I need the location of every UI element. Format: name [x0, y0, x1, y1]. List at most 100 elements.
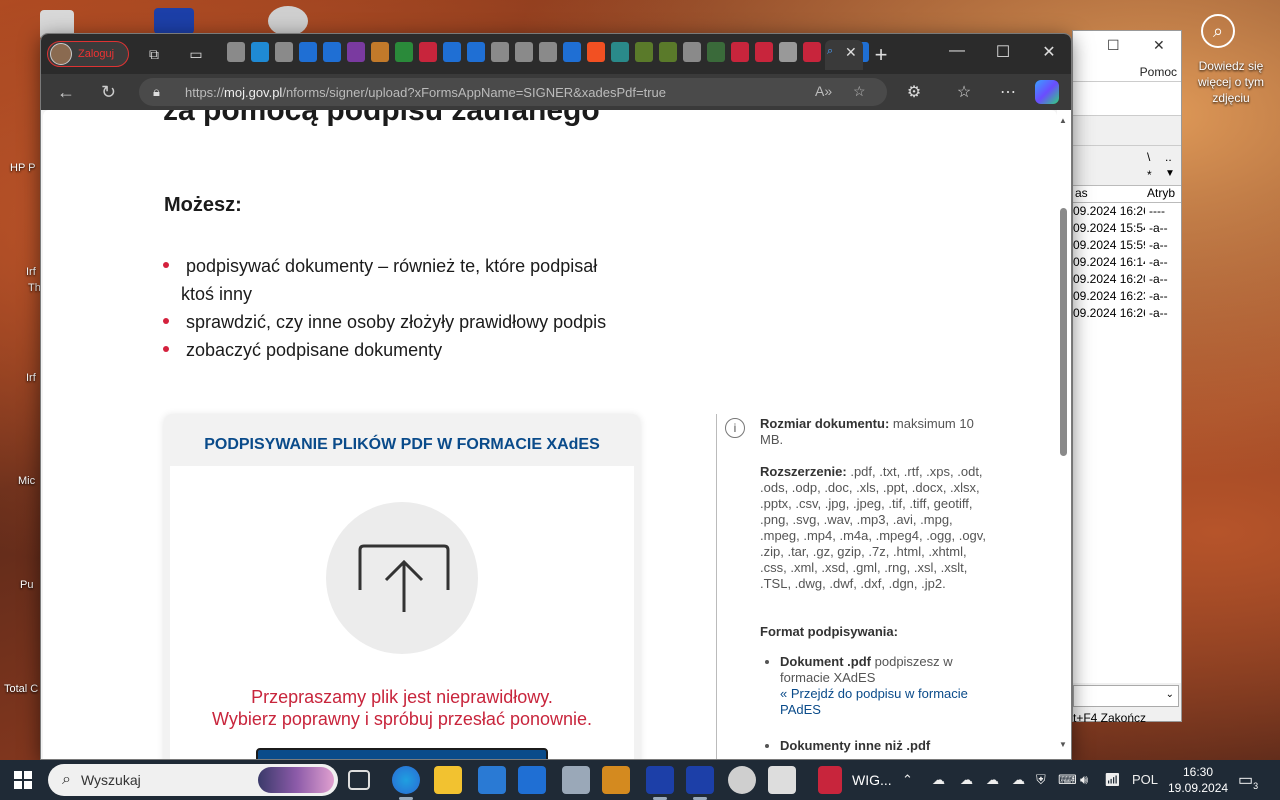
upload-dropzone[interactable]: Przepraszamy plik jest nieprawidłowy. Wy… [170, 466, 634, 759]
browser-tab[interactable] [299, 42, 317, 62]
column-date[interactable]: as [1073, 186, 1145, 202]
url-field[interactable]: 🔒︎ https://moj.gov.pl/nforms/signer/uplo… [139, 78, 887, 106]
media-player-icon[interactable] [602, 766, 630, 794]
cloud-off-icon[interactable]: ☁ [960, 772, 973, 788]
scroll-up-icon[interactable]: ▲ [1059, 116, 1067, 125]
task-view-icon[interactable] [348, 770, 370, 790]
file-explorer-icon[interactable] [434, 766, 462, 794]
edge-icon[interactable] [392, 766, 420, 794]
taskbar-search[interactable]: ⌕ Wyszukaj [48, 764, 338, 796]
network-icon[interactable]: 📶︎ [1104, 772, 1121, 788]
desktop-icon-total-commander[interactable]: Total C [4, 683, 38, 695]
file-row[interactable]: 09.2024 16:26 -a-- [1073, 305, 1181, 322]
refresh-icon[interactable]: ↻ [101, 82, 116, 103]
chevron-down-icon[interactable]: ▼ [1165, 168, 1175, 179]
browser-tab[interactable] [371, 42, 389, 62]
upload-icon[interactable] [326, 502, 478, 654]
cloud-sync-icon[interactable]: ☁ [1012, 772, 1025, 788]
minimize-icon[interactable]: — [947, 42, 967, 60]
close-icon[interactable]: ✕ [1153, 37, 1165, 54]
tab-actions-icon[interactable]: ▭ [187, 45, 205, 63]
mail-icon[interactable] [518, 766, 546, 794]
desktop-icon-irfan[interactable]: Irf [26, 266, 36, 278]
copilot-icon[interactable] [1035, 80, 1059, 104]
browser-tab[interactable] [275, 42, 293, 62]
file-row[interactable]: 09.2024 16:23 -a-- [1073, 288, 1181, 305]
globe-app-icon[interactable] [728, 766, 756, 794]
browser-tab[interactable] [347, 42, 365, 62]
parent-dir[interactable]: .. [1165, 150, 1172, 164]
browser-tab[interactable] [227, 42, 245, 62]
browser-tab[interactable] [731, 42, 749, 62]
browser-tab[interactable] [251, 42, 269, 62]
browser-tab[interactable] [779, 42, 797, 62]
cloud-icon[interactable]: ☁ [932, 772, 945, 788]
printer-icon[interactable] [768, 766, 796, 794]
chevron-up-icon[interactable]: ⌃ [902, 772, 913, 788]
learn-more-text[interactable]: Dowiedz się więcej o tym zdjęciu [1182, 58, 1280, 106]
menu-help[interactable]: Pomoc [1140, 65, 1177, 79]
favorite-star-icon[interactable]: ☆ [853, 83, 866, 100]
root-path[interactable]: \ [1147, 150, 1150, 164]
extensions-icon[interactable]: ⚙ [903, 82, 925, 102]
floppy-app-icon[interactable] [646, 766, 674, 794]
language-indicator[interactable]: POL [1132, 772, 1158, 787]
maximize-icon[interactable]: ☐ [993, 42, 1013, 62]
browser-tab[interactable] [323, 42, 341, 62]
scroll-down-icon[interactable]: ▼ [1059, 740, 1067, 749]
workspaces-icon[interactable]: ⧉ [145, 45, 163, 63]
browser-tab[interactable] [539, 42, 557, 62]
choose-file-button[interactable] [256, 748, 548, 759]
browser-tab[interactable] [803, 42, 821, 62]
favorites-icon[interactable]: ☆ [953, 82, 975, 102]
chart-app-icon[interactable] [818, 766, 842, 794]
browser-tab[interactable] [683, 42, 701, 62]
file-row[interactable]: 09.2024 16:26 ---- [1073, 203, 1181, 220]
more-menu-icon[interactable]: ⋯ [997, 82, 1019, 102]
browser-tab[interactable] [635, 42, 653, 62]
file-row[interactable]: 09.2024 16:20 -a-- [1073, 271, 1181, 288]
scrollbar-thumb[interactable] [1060, 208, 1067, 456]
tab-active[interactable]: ⌕ ✕ [825, 40, 863, 70]
new-tab-button[interactable]: + [869, 42, 893, 68]
volume-icon[interactable]: 🔊︎ [1080, 772, 1088, 788]
taskbar-app-label[interactable]: WIG... [852, 772, 892, 788]
clock[interactable]: 16:30 19.09.2024 [1168, 764, 1228, 796]
maximize-icon[interactable]: ☐ [1107, 37, 1120, 54]
browser-tab[interactable] [659, 42, 677, 62]
floppy-app-icon-2[interactable] [686, 766, 714, 794]
ime-icon[interactable]: ⌨ [1058, 772, 1077, 788]
browser-tab[interactable] [587, 42, 605, 62]
close-tab-icon[interactable]: ✕ [845, 44, 857, 61]
profile-button[interactable]: Zaloguj [47, 41, 129, 67]
browser-tab[interactable] [755, 42, 773, 62]
file-row[interactable]: 09.2024 16:14 -a-- [1073, 254, 1181, 271]
browser-tab[interactable] [467, 42, 485, 62]
browser-tab[interactable] [563, 42, 581, 62]
filter-value[interactable]: * [1147, 168, 1152, 182]
security-icon[interactable]: ⛨ [1036, 772, 1046, 788]
read-aloud-icon[interactable]: A» [815, 83, 832, 99]
browser-tab[interactable] [419, 42, 437, 62]
desktop-icon-microsoft[interactable]: Mic [18, 475, 35, 487]
store-icon[interactable] [478, 766, 506, 794]
browser-tab[interactable] [611, 42, 629, 62]
start-button[interactable] [14, 771, 32, 789]
pades-link[interactable]: « Przejdź do podpisu w formacie PAdES [780, 686, 968, 717]
lock-icon[interactable]: 🔒︎ [153, 84, 169, 100]
sync-cloud-icon[interactable]: ☁ [986, 772, 999, 788]
learn-more-icon[interactable]: ⌕ [1201, 14, 1235, 48]
url-text[interactable]: https://moj.gov.pl/nforms/signer/upload?… [185, 85, 666, 100]
browser-tab[interactable] [443, 42, 461, 62]
file-row[interactable]: 09.2024 15:54 -a-- [1073, 220, 1181, 237]
notification-icon[interactable]: ▭3 [1238, 770, 1258, 791]
desktop-icon-pu[interactable]: Pu [20, 579, 33, 591]
browser-tab[interactable] [707, 42, 725, 62]
close-window-icon[interactable]: ✕ [1039, 42, 1059, 62]
desktop-icon-irfan-thumb[interactable]: Th [28, 282, 41, 294]
browser-tab[interactable] [515, 42, 533, 62]
photos-icon[interactable] [562, 766, 590, 794]
command-select[interactable]: ⌄ [1073, 685, 1179, 707]
browser-tab[interactable] [491, 42, 509, 62]
back-icon[interactable]: ← [57, 82, 75, 103]
